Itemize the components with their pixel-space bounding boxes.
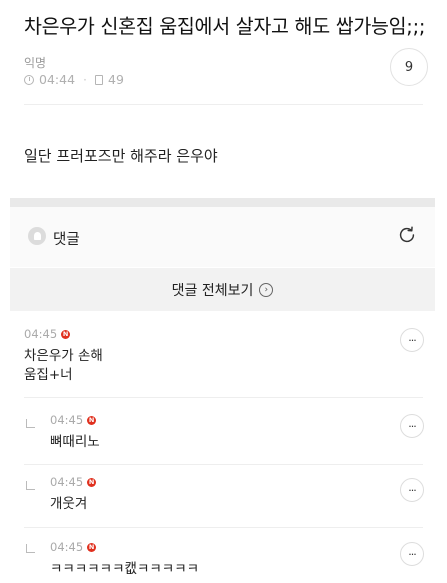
view-all-comments-button[interactable]: 댓글 전체보기 › <box>10 268 435 311</box>
reply-arrow-icon <box>26 419 35 428</box>
comment-item: 04:45 N 차은우가 손해 움집+너 <box>24 327 447 385</box>
chevron-right-icon: › <box>259 282 274 297</box>
separator-dot: · <box>83 72 88 87</box>
section-separator <box>10 198 435 207</box>
post-meta: 04:44 · 49 <box>24 72 124 87</box>
new-badge: N <box>61 329 71 339</box>
row-divider <box>24 527 423 528</box>
reply-arrow-icon <box>26 544 35 553</box>
post-author: 익명 <box>24 56 47 70</box>
clock-icon <box>24 74 34 85</box>
reply-item: 04:45 N 개웃겨 <box>50 475 447 514</box>
bell-icon[interactable] <box>28 227 46 245</box>
more-options-button[interactable]: ··· <box>400 542 424 566</box>
more-options-button[interactable]: ··· <box>400 414 424 438</box>
new-badge: N <box>87 415 97 425</box>
comment-meta: 04:45 N <box>50 413 447 427</box>
post-body: 일단 프러포즈만 해주라 은우야 <box>24 147 218 165</box>
post-title: 차은우가 신혼집 움집에서 살자고 해도 쌉가능임;;; <box>24 15 426 38</box>
comment-meta: 04:45 N <box>24 327 447 341</box>
reply-arrow-icon <box>26 481 35 490</box>
document-icon <box>95 74 104 85</box>
comment-text: 차은우가 손해 움집+너 <box>24 347 447 385</box>
row-divider <box>24 397 423 398</box>
comment-meta: 04:45 N <box>50 540 447 554</box>
post-time: 04:44 <box>39 72 76 87</box>
view-count: 49 <box>108 72 124 87</box>
comments-title: 댓글 <box>53 232 80 248</box>
comment-time: 04:45 <box>24 327 58 341</box>
comment-count-badge[interactable]: 9 <box>390 48 428 86</box>
new-badge: N <box>87 542 97 552</box>
refresh-icon[interactable] <box>396 224 418 246</box>
new-badge: N <box>87 477 97 487</box>
more-options-button[interactable]: ··· <box>400 328 424 352</box>
comment-text: 뼈때리노 <box>50 434 100 450</box>
comment-time: 04:45 <box>50 540 84 554</box>
reply-item: 04:45 N 뼈때리노 <box>50 413 447 452</box>
comment-meta: 04:45 N <box>50 475 447 489</box>
header-divider <box>24 104 423 105</box>
comment-time: 04:45 <box>50 475 84 489</box>
comment-time: 04:45 <box>50 413 84 427</box>
view-all-label: 댓글 전체보기 <box>171 282 254 299</box>
comment-text: 개웃겨 <box>50 496 88 512</box>
reply-item: 04:45 N ㅋㅋㅋㅋㅋㅋ캢ㅋㅋㅋㅋㅋ <box>50 540 447 579</box>
comment-text-line: 차은우가 손해 <box>24 348 103 364</box>
comment-text-line: 움집+너 <box>24 367 73 383</box>
comment-text: ㅋㅋㅋㅋㅋㅋ캢ㅋㅋㅋㅋㅋ <box>50 561 200 577</box>
row-divider <box>24 464 423 465</box>
more-options-button[interactable]: ··· <box>400 478 424 502</box>
